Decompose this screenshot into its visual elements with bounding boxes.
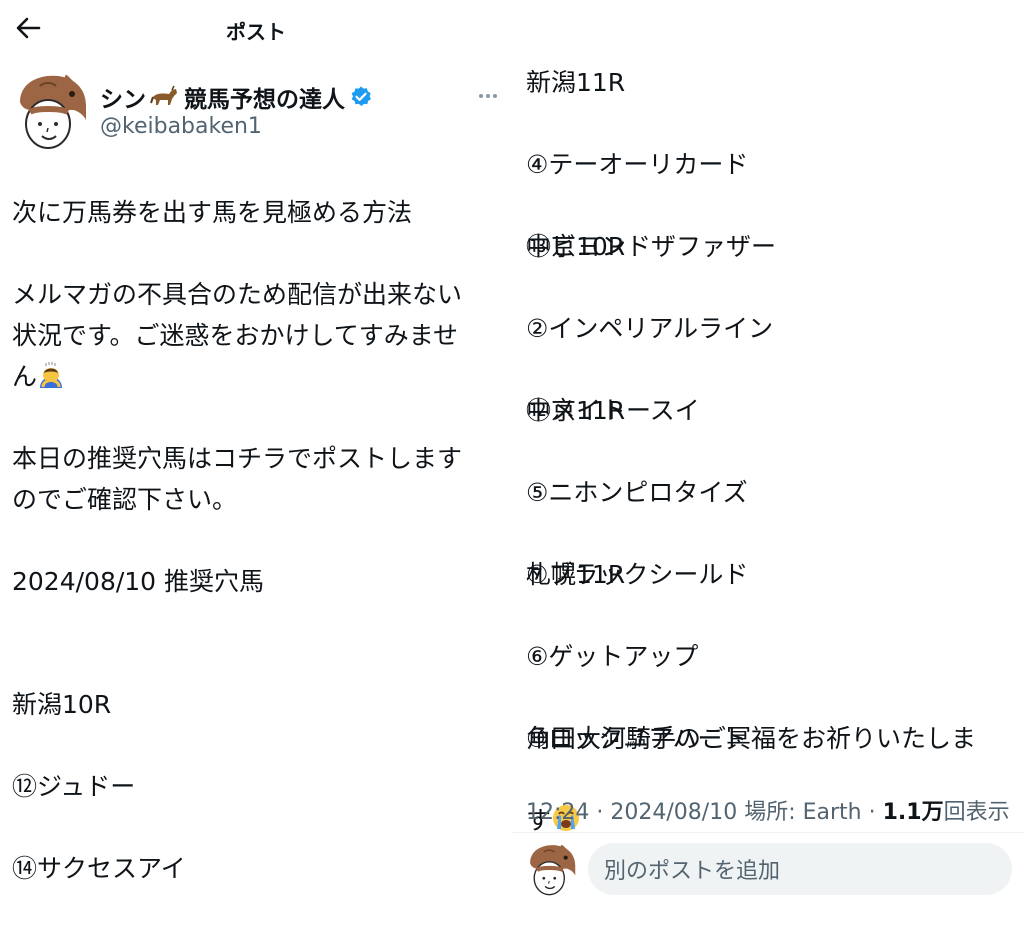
add-post-placeholder: 別のポストを追加 bbox=[604, 859, 781, 884]
more-dot-icon bbox=[486, 94, 490, 98]
add-post-input[interactable]: 別のポストを追加 bbox=[588, 843, 1012, 895]
author-name[interactable]: シン 競馬予想の達人 bbox=[100, 80, 373, 114]
race-name: 新潟10R bbox=[12, 690, 112, 719]
bowing-person-emoji-icon bbox=[40, 362, 63, 388]
author-name-part2: 競馬予想の達人 bbox=[184, 87, 345, 113]
more-options-button[interactable] bbox=[472, 84, 504, 108]
left-column: ポスト シン 競馬予想の達人 @keibabaken1 次に万馬券を出す馬を見極… bbox=[0, 0, 512, 900]
horse-pick: ⑤ニホンピロタイズ bbox=[526, 478, 748, 507]
race-name: 新潟11R bbox=[526, 68, 626, 97]
race-name: 札幌11R bbox=[526, 560, 626, 589]
race-name: 中京10R bbox=[526, 232, 626, 261]
horse-pick: ⑥ゲットアップ bbox=[526, 642, 699, 671]
post-paragraph-2-text: メルマガの不具合のため配信が出来ない 状況です。ご迷惑をおかけしてすみませ ん bbox=[12, 280, 463, 391]
race-name: 中京11R bbox=[526, 396, 626, 425]
right-column: 新潟11R ④テーオーリカード ⑬ビヨンドザファザー 中京10R ②インペリアル… bbox=[512, 0, 1024, 900]
meta-separator: · bbox=[868, 800, 883, 825]
closing-line-1: 角田大河騎手のご冥福をお祈りいたしま bbox=[526, 724, 977, 753]
post-paragraph-3: 本日の推奨穴馬はコチラでポストします のでご確認下さい。 bbox=[12, 444, 463, 514]
page-title: ポスト bbox=[226, 20, 286, 44]
post-paragraph-2: メルマガの不具合のため配信が出来ない 状況です。ご迷惑をおかけしてすみませ ん bbox=[12, 274, 508, 397]
author-name-part1: シン bbox=[100, 87, 146, 113]
horse-pick: ④テーオーリカード bbox=[526, 150, 749, 179]
post-meta: 12:24 · 2024/08/10 場所: Earth · 1.1万回表示 bbox=[526, 794, 1010, 826]
race-group: 新潟10R ⑫ジュドー ⑭サクセスアイ bbox=[12, 643, 508, 930]
horse-pick: ⑭サクセスアイ bbox=[12, 854, 186, 883]
post-paragraph-1: 次に万馬券を出す馬を見極める方法 bbox=[12, 198, 413, 227]
more-dot-icon bbox=[493, 94, 497, 98]
meta-separator: · bbox=[596, 800, 611, 825]
post-paragraph-4: 2024/08/10 推奨穴馬 bbox=[12, 567, 265, 596]
author-handle[interactable]: @keibabaken1 bbox=[100, 114, 262, 139]
current-user-avatar[interactable] bbox=[526, 843, 578, 897]
more-dot-icon bbox=[479, 94, 483, 98]
divider bbox=[512, 832, 1024, 833]
horse-emoji-icon bbox=[150, 85, 177, 105]
views-label: 回表示 bbox=[943, 800, 1010, 825]
avatar[interactable] bbox=[14, 72, 90, 152]
horse-pick: ⑫ジュドー bbox=[12, 772, 136, 801]
post-date[interactable]: 2024/08/10 bbox=[610, 800, 737, 825]
views-count: 1.1万 bbox=[882, 800, 944, 825]
post-time[interactable]: 12:24 bbox=[526, 800, 589, 825]
verified-badge-icon bbox=[351, 86, 371, 106]
horse-pick: ②インペリアルライン bbox=[526, 314, 774, 343]
post-location: 場所: Earth bbox=[744, 800, 862, 825]
